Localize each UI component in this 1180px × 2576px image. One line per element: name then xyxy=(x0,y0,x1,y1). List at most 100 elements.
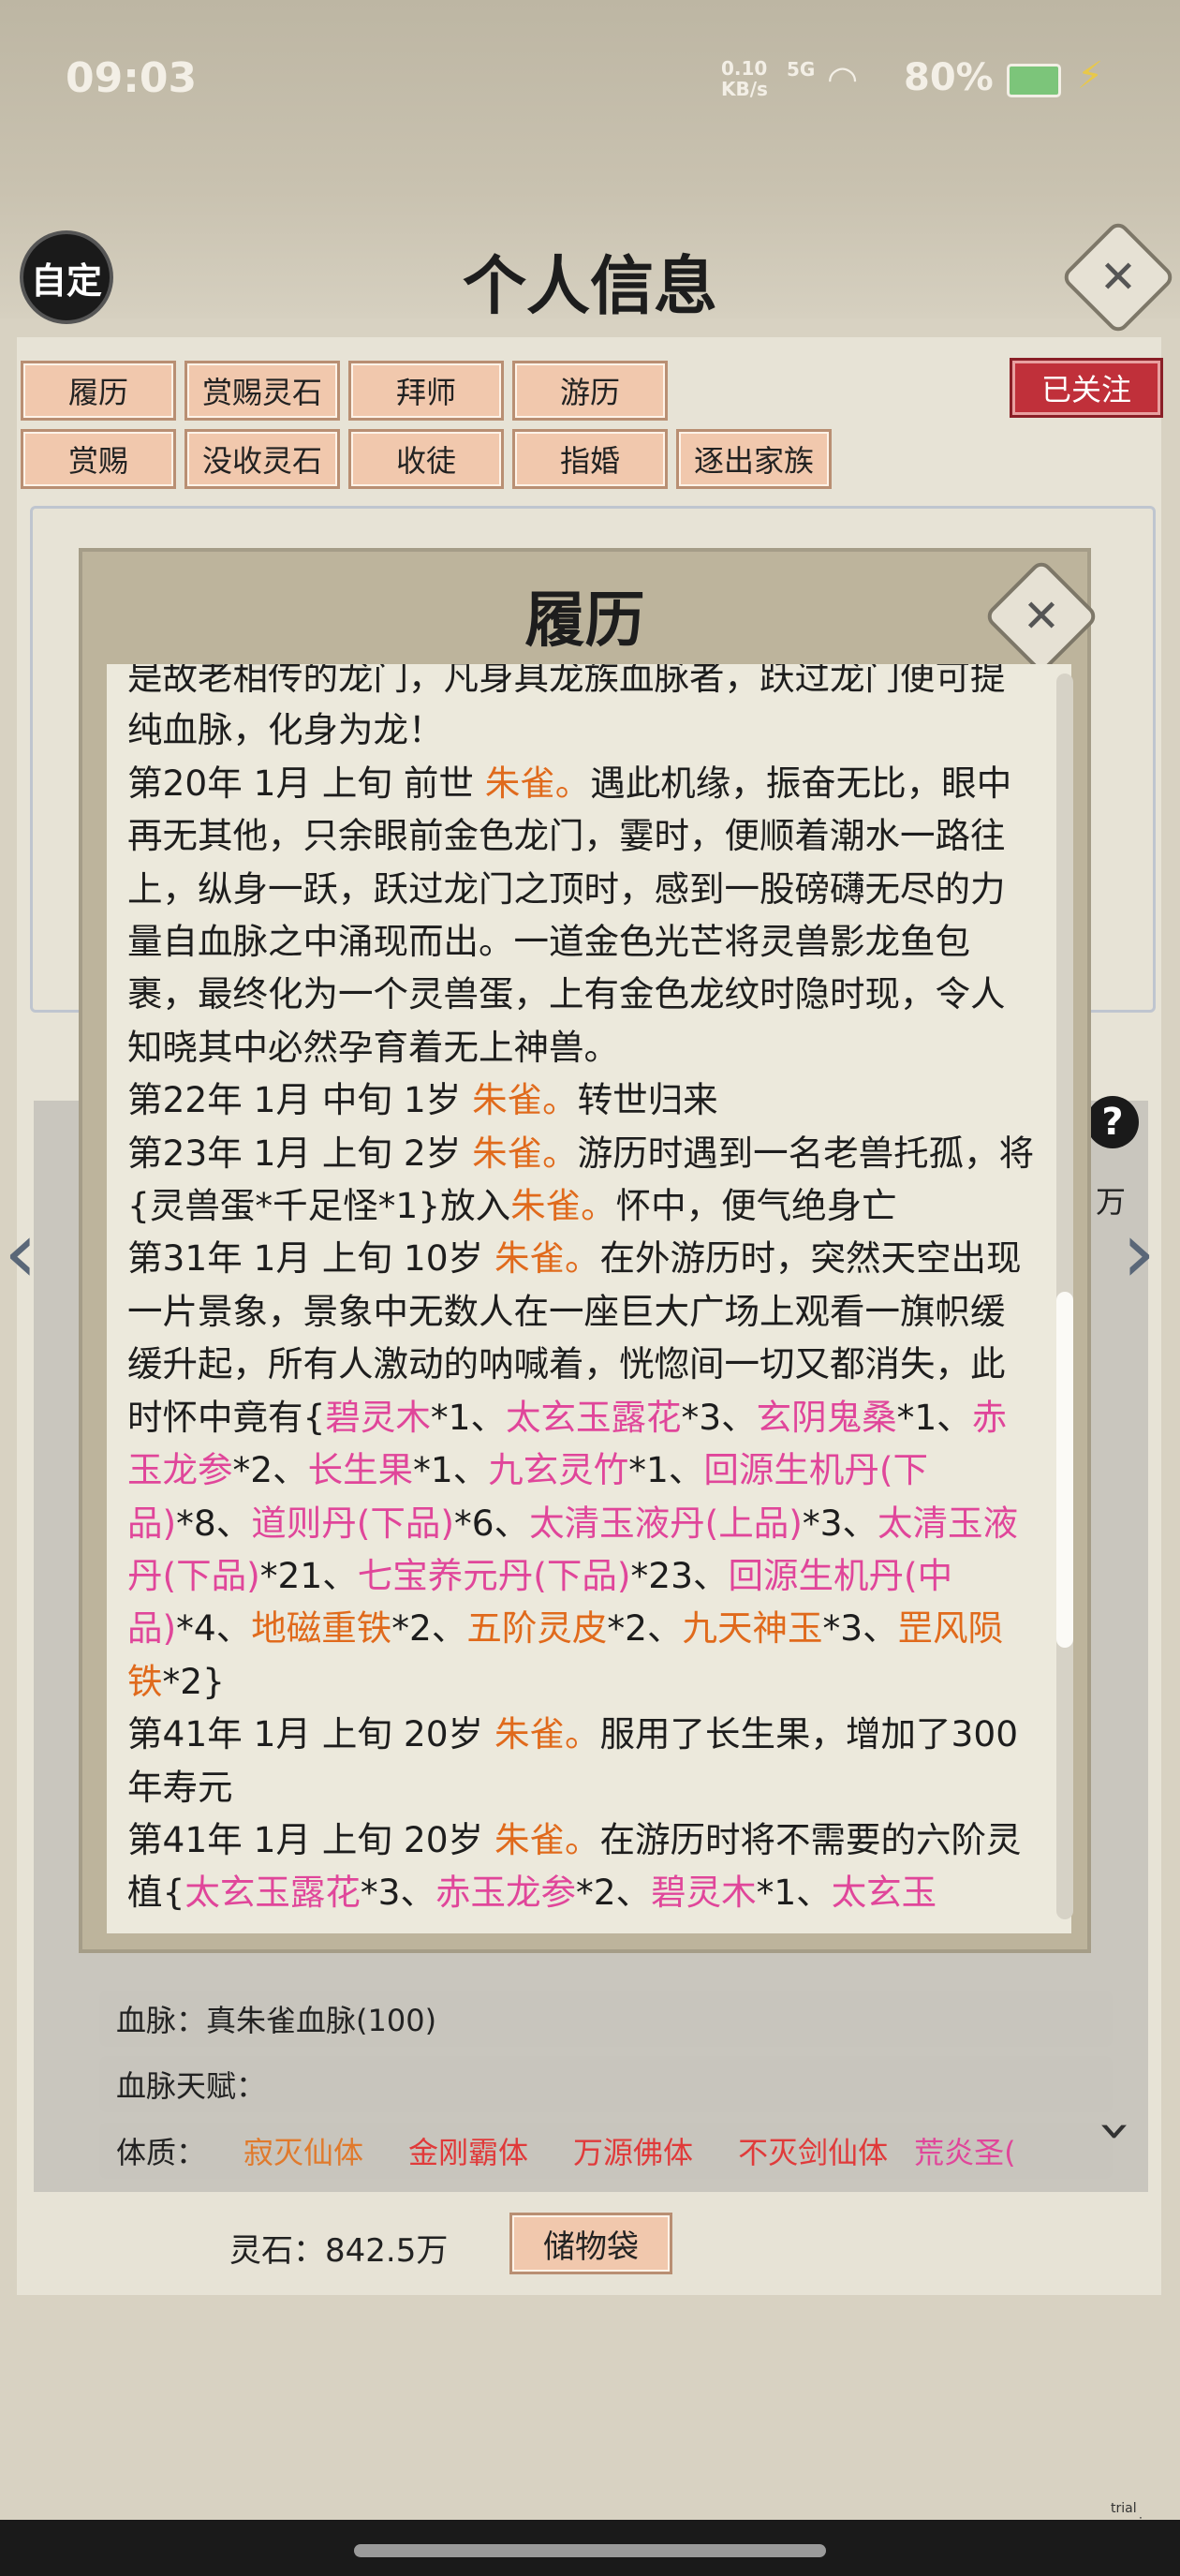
entry-text: 第31年 1月 上旬 10岁 xyxy=(127,1237,494,1280)
btn-resume[interactable]: 履历 xyxy=(21,361,176,421)
entry-text: *2、 xyxy=(232,1449,308,1491)
btn-expel-family[interactable]: 逐出家族 xyxy=(676,429,832,489)
item-highlight: 道则丹(下品) xyxy=(251,1502,455,1544)
charging-icon: ⚡ xyxy=(1077,54,1104,97)
spirit-stone-count: 灵石：842.5万 xyxy=(229,2232,449,2270)
btn-confiscate-stone[interactable]: 没收灵石 xyxy=(184,429,340,489)
physique-label: 体质： xyxy=(116,2135,207,2170)
entry-text: *1、 xyxy=(430,1396,506,1438)
scrollbar-thumb[interactable] xyxy=(1056,1292,1073,1648)
close-icon: ✕ xyxy=(1022,590,1061,643)
entry-text: *8、 xyxy=(176,1502,252,1544)
item-highlight: 朱雀。 xyxy=(494,1713,600,1755)
physique-row: 体质： 寂灭仙体 金刚霸体 万源佛体 不灭剑仙体 荒炎圣( xyxy=(99,2123,1113,2179)
resume-scroll-area[interactable]: 是故老相传的龙门，凡身具龙族血脉者，跃过龙门便可提纯血脉，化身为龙！ 第20年 1… xyxy=(107,664,1071,1933)
item-highlight: 朱雀。 xyxy=(484,762,591,804)
clock: 09:03 xyxy=(66,54,198,102)
btn-reward-stone[interactable]: 赏赐灵石 xyxy=(184,361,340,421)
btn-travel[interactable]: 游历 xyxy=(512,361,668,421)
physique-item: 金刚霸体 xyxy=(408,2135,529,2170)
entry-text: *3、 xyxy=(822,1607,898,1650)
btn-take-master[interactable]: 拜师 xyxy=(348,361,504,421)
close-button[interactable]: ✕ xyxy=(1059,218,1177,336)
item-highlight: 七宝养元丹(下品) xyxy=(357,1554,631,1596)
item-highlight: 朱雀。 xyxy=(510,1185,616,1227)
status-bar: 09:03 0.10 KB/s 5G ◠ 80% ⚡ xyxy=(0,0,1180,159)
wifi-icon: ◠ xyxy=(829,58,857,99)
entry-text: 第41年 1月 上旬 20岁 xyxy=(127,1818,494,1860)
entry-text: *2} xyxy=(162,1660,225,1702)
item-highlight: 五阶灵皮 xyxy=(466,1607,608,1650)
expand-chevron-icon[interactable]: › xyxy=(1084,2120,1149,2142)
item-highlight: 玄阴鬼桑 xyxy=(756,1396,897,1438)
resume-modal: 履历 ✕ 是故老相传的龙门，凡身具龙族血脉者，跃过龙门便可提纯血脉，化身为龙！第… xyxy=(79,548,1100,1953)
entry-text: *3、 xyxy=(681,1396,757,1438)
entry-text: *3、 xyxy=(802,1502,878,1544)
custom-badge[interactable]: 自定 xyxy=(23,234,110,320)
item-highlight: 朱雀。 xyxy=(494,1818,600,1860)
page-title: 个人信息 xyxy=(462,249,717,324)
resume-text: 是故老相传的龙门，凡身具龙族血脉者，跃过龙门便可提纯血脉，化身为龙！ 第20年 1… xyxy=(127,664,1036,1919)
physique-item: 荒炎圣( xyxy=(914,2135,1016,2170)
resume-entry: 第41年 1月 上旬 20岁 朱雀。服用了长生果，增加了300年寿元 xyxy=(127,1708,1036,1814)
physique-item: 寂灭仙体 xyxy=(243,2135,364,2170)
entry-text: *6、 xyxy=(454,1502,530,1544)
help-icon[interactable]: ? xyxy=(1086,1096,1139,1148)
item-highlight: 长生果 xyxy=(307,1449,414,1491)
entry-text: 怀中，便气绝身亡 xyxy=(615,1185,897,1227)
entry-text: 第20年 1月 上旬 前世 xyxy=(127,762,485,804)
storage-bag-button[interactable]: 储物袋 xyxy=(509,2213,672,2274)
resume-entry: 是故老相传的龙门，凡身具龙族血脉者，跃过龙门便可提纯血脉，化身为龙！ xyxy=(127,664,1036,757)
item-highlight: 太玄玉露花 xyxy=(184,1872,361,1914)
item-highlight: 太玄玉露花 xyxy=(505,1396,682,1438)
entry-text: *1、 xyxy=(628,1449,704,1491)
follow-button[interactable]: 已关注 xyxy=(1010,358,1163,418)
item-highlight: 太玄玉 xyxy=(831,1872,937,1914)
battery-icon xyxy=(1007,64,1061,97)
resume-entry: 第22年 1月 中旬 1岁 朱雀。转世归来 xyxy=(127,1073,1036,1126)
entry-text: 第41年 1月 上旬 20岁 xyxy=(127,1713,494,1755)
next-arrow-icon[interactable]: › xyxy=(1122,1204,1156,1302)
entry-text: 遇此机缘，振奋无比，眼中再无其他，只余眼前金色龙门，霎时，便顺着潮水一路往上，纵… xyxy=(127,762,1012,1068)
entry-text: 是故老相传的龙门，凡身具龙族血脉者，跃过龙门便可提纯血脉，化身为龙！ xyxy=(127,664,1006,751)
net-speed: 0.10 KB/s xyxy=(721,57,768,100)
entry-text: *1、 xyxy=(756,1872,832,1914)
resume-entry: 第41年 1月 上旬 20岁 朱雀。在游历时将不需要的六阶灵植{太玄玉露花*3、… xyxy=(127,1814,1036,1919)
entry-text: *2、 xyxy=(607,1607,683,1650)
item-highlight: 九玄灵竹 xyxy=(488,1449,629,1491)
item-highlight: 太清玉液丹(上品) xyxy=(529,1502,803,1544)
title-bar: 自定 个人信息 ✕ xyxy=(0,187,1180,337)
home-indicator[interactable] xyxy=(354,2544,826,2557)
entry-text: *2、 xyxy=(391,1607,467,1650)
modal-title: 履历 xyxy=(524,585,645,656)
item-highlight: 朱雀。 xyxy=(472,1079,578,1121)
entry-text: *1、 xyxy=(413,1449,489,1491)
physique-item: 万源佛体 xyxy=(573,2135,694,2170)
entry-text: *21、 xyxy=(259,1554,358,1596)
bloodline-row: 血脉：真朱雀血脉(100) xyxy=(99,1991,1113,2047)
btn-take-disciple[interactable]: 收徒 xyxy=(348,429,504,489)
wan-label: 万 xyxy=(1096,1184,1127,1220)
resume-entry: 第31年 1月 上旬 10岁 朱雀。在外游历时，突然天空出现一片景象，景象中无数… xyxy=(127,1232,1036,1708)
entry-text: 转世归来 xyxy=(577,1079,718,1121)
bloodline-talent-row: 血脉天赋： xyxy=(99,2056,1113,2112)
entry-text: 第23年 1月 上旬 2岁 xyxy=(127,1132,473,1174)
item-highlight: 九天神玉 xyxy=(682,1607,823,1650)
battery-percent: 80% xyxy=(904,56,994,99)
physique-item: 不灭剑仙体 xyxy=(738,2135,889,2170)
item-highlight: 碧灵木 xyxy=(325,1396,431,1438)
entry-text: *2、 xyxy=(575,1872,652,1914)
entry-text: *3、 xyxy=(360,1872,435,1914)
signal-label: 5G xyxy=(787,58,816,81)
resume-entry: 第23年 1月 上旬 2岁 朱雀。游历时遇到一名老兽托孤，将{灵兽蛋*千足怪*1… xyxy=(127,1127,1036,1233)
btn-arrange-marriage[interactable]: 指婚 xyxy=(512,429,668,489)
entry-text: *4、 xyxy=(176,1607,252,1650)
close-icon: ✕ xyxy=(1099,251,1138,303)
item-highlight: 地磁重铁 xyxy=(251,1607,392,1650)
prev-arrow-icon[interactable]: ‹ xyxy=(4,1204,37,1302)
resume-entry: 第20年 1月 上旬 前世 朱雀。遇此机缘，振奋无比，眼中再无其他，只余眼前金色… xyxy=(127,757,1036,1073)
item-highlight: 碧灵木 xyxy=(651,1872,757,1914)
btn-reward[interactable]: 赏赐 xyxy=(21,429,176,489)
entry-text: 第22年 1月 中旬 1岁 xyxy=(127,1079,473,1121)
item-highlight: 朱雀。 xyxy=(472,1132,578,1174)
